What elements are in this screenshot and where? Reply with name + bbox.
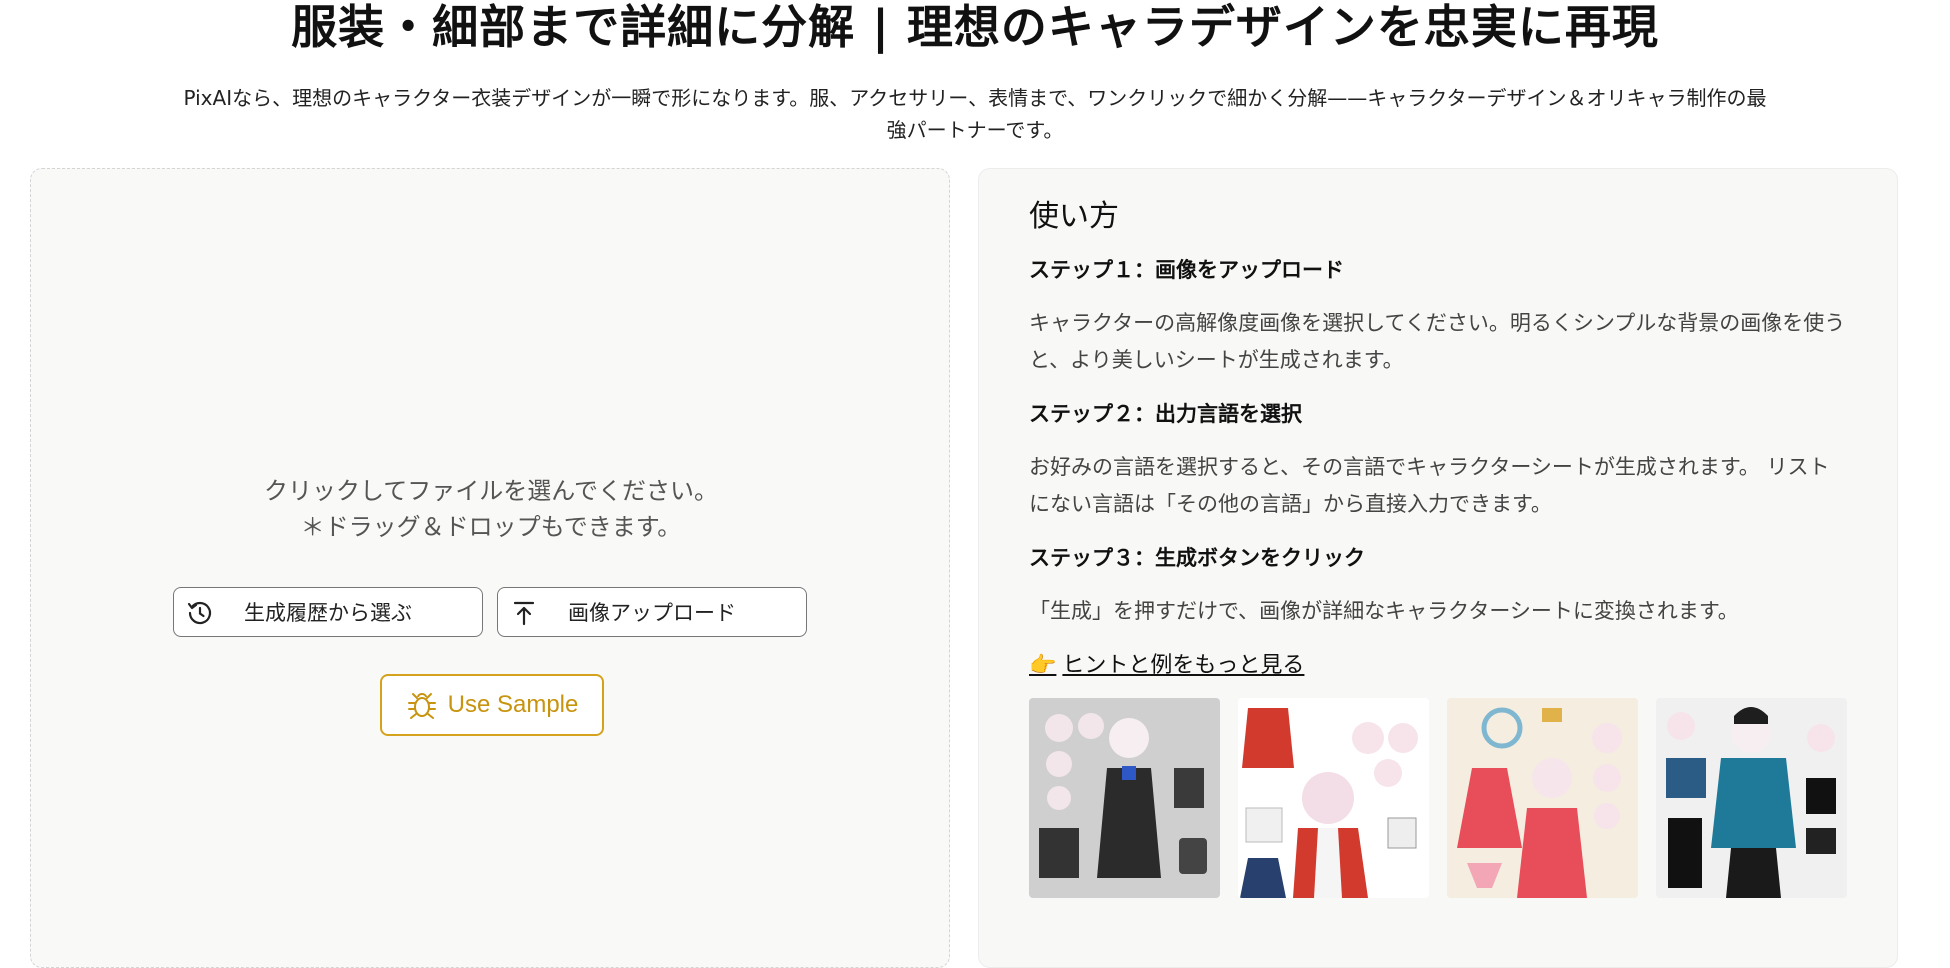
example-gallery: [1029, 698, 1847, 898]
use-sample-label: Use Sample: [447, 691, 579, 718]
bug-icon: [407, 693, 436, 719]
upload-arrow-icon: [513, 601, 535, 626]
example-thumb-3[interactable]: [1447, 698, 1638, 898]
more-tips-label: ヒントと例をもっと見る: [1062, 653, 1305, 678]
character-sheet-image: [1447, 698, 1638, 898]
more-tips-link[interactable]: 👉 ヒントと例をもっと見る: [1029, 650, 1847, 682]
use-sample-button[interactable]: Use Sample: [380, 674, 604, 736]
character-sheet-image: [1238, 698, 1429, 898]
example-thumb-2[interactable]: [1238, 698, 1429, 898]
upload-hint-line1: クリックしてファイルを選んでください。: [263, 477, 719, 505]
upload-hint: クリックしてファイルを選んでください。 ＊ドラッグ＆ドロップもできます。: [31, 473, 951, 545]
character-sheet-image: [1029, 698, 1220, 898]
example-thumb-1[interactable]: [1029, 698, 1220, 898]
step-1-heading: ステップ１：画像をアップロード: [1029, 258, 1344, 282]
step-1-body: キャラクターの高解像度画像を選択してください。明るくシンプルな背景の画像を使うと…: [1029, 311, 1846, 372]
step-3-body: 「生成」を押すだけで、画像が詳細なキャラクターシートに変換されます。: [1029, 599, 1739, 623]
image-upload-button[interactable]: 画像アップロード: [497, 587, 807, 637]
pointing-hand-icon: 👉: [1029, 653, 1057, 678]
choose-from-history-label: 生成履歴から選ぶ: [244, 601, 412, 625]
step-2-body: お好みの言語を選択すると、その言語でキャラクターシートが生成されます。 リストに…: [1029, 455, 1830, 516]
upload-dropzone[interactable]: クリックしてファイルを選んでください。 ＊ドラッグ＆ドロップもできます。 生成履…: [30, 168, 950, 968]
step-3-heading: ステップ３：生成ボタンをクリック: [1029, 546, 1365, 570]
how-to-use-title: 使い方: [1029, 199, 1119, 234]
image-upload-label: 画像アップロード: [568, 601, 736, 625]
page-subtitle: PixAIなら、理想のキャラクター衣装デザインが一瞬で形になります。服、アクセサ…: [183, 86, 1767, 142]
history-icon: [187, 601, 212, 625]
example-thumb-4[interactable]: [1656, 698, 1847, 898]
choose-from-history-button[interactable]: 生成履歴から選ぶ: [173, 587, 483, 637]
page-title: 服装・細部まで詳細に分解 | 理想のキャラデザインを忠実に再現: [291, 0, 1659, 54]
upload-button-row: 生成履歴から選ぶ 画像アップロード: [173, 587, 807, 637]
step-2-heading: ステップ２：出力言語を選択: [1029, 402, 1302, 426]
upload-hint-line2: ＊ドラッグ＆ドロップもできます。: [300, 513, 682, 541]
character-sheet-image: [1656, 698, 1847, 898]
how-to-use-panel: 使い方 ステップ１：画像をアップロード キャラクターの高解像度画像を選択してくだ…: [978, 168, 1898, 968]
